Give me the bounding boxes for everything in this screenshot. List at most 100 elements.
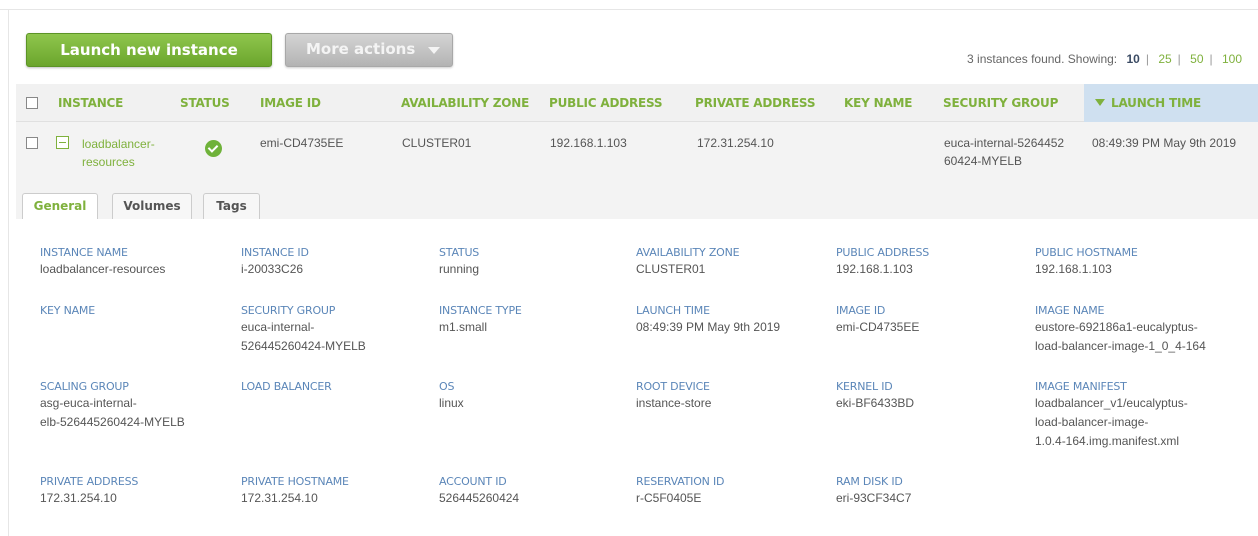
detail-scaling-group: SCALING GROUP asg-euca-internal- elb-526… <box>40 380 230 432</box>
value: running <box>439 262 480 276</box>
value: linux <box>439 396 464 410</box>
detail-image-id: IMAGE ID emi-CD4735EE <box>836 304 1026 337</box>
value: i-20033C26 <box>241 262 304 276</box>
label: IMAGE NAME <box>1035 304 1105 317</box>
detail-private-address: PRIVATE ADDRESS 172.31.254.10 <box>40 475 230 508</box>
tab-general[interactable]: General <box>22 193 98 220</box>
more-actions-button[interactable]: More actions <box>285 33 453 67</box>
detail-load-balancer: LOAD BALANCER <box>241 380 431 394</box>
detail-os: OS linux <box>439 380 629 413</box>
label: PRIVATE HOSTNAME <box>241 475 349 488</box>
label: ACCOUNT ID <box>439 475 507 488</box>
label: ROOT DEVICE <box>636 380 710 393</box>
collapse-icon[interactable] <box>56 136 69 149</box>
detail-account-id: ACCOUNT ID 526445260424 <box>439 475 629 508</box>
value: euca-internal- 526445260424-MYELB <box>241 320 366 353</box>
col-image-id[interactable]: IMAGE ID <box>260 96 321 110</box>
detail-public-address: PUBLIC ADDRESS 192.168.1.103 <box>836 246 1026 279</box>
page-size-100[interactable]: 100 <box>1216 52 1248 66</box>
caret-down-icon <box>428 47 440 54</box>
detail-image-manifest: IMAGE MANIFEST loadbalancer_v1/eucalyptu… <box>1035 380 1250 451</box>
value: instance-store <box>636 396 712 410</box>
left-divider <box>8 10 9 536</box>
label: OS <box>439 380 455 393</box>
label: LAUNCH TIME <box>636 304 710 317</box>
value: m1.small <box>439 320 488 334</box>
tab-volumes[interactable]: Volumes <box>112 193 192 220</box>
label: IMAGE ID <box>836 304 886 317</box>
label: INSTANCE ID <box>241 246 309 259</box>
label: KEY NAME <box>40 304 95 317</box>
value: CLUSTER01 <box>636 262 706 276</box>
separator: | <box>1209 52 1213 66</box>
detail-reservation-id: RESERVATION ID r-C5F0405E <box>636 475 826 508</box>
col-security-group[interactable]: SECURITY GROUP <box>943 96 1058 110</box>
page-size-25[interactable]: 25 <box>1152 52 1177 66</box>
label: PRIVATE ADDRESS <box>40 475 139 488</box>
detail-root-device: ROOT DEVICE instance-store <box>636 380 826 413</box>
value: 192.168.1.103 <box>836 262 913 276</box>
instance-name-link[interactable]: loadbalancer- resources <box>82 135 155 171</box>
value: eri-93CF34C7 <box>836 491 912 505</box>
label: PUBLIC HOSTNAME <box>1035 246 1138 259</box>
page-size-10[interactable]: 10 <box>1120 52 1145 66</box>
cell-launch-time: 08:49:39 PM May 9th 2019 <box>1092 136 1237 150</box>
value: loadbalancer-resources <box>40 262 166 276</box>
top-divider <box>0 9 1258 10</box>
col-availability-zone[interactable]: AVAILABILITY ZONE <box>401 96 529 110</box>
label: RESERVATION ID <box>636 475 725 488</box>
value: asg-euca-internal- elb-526445260424-MYEL… <box>40 396 185 429</box>
pagination: 3 instances found. Showing: 10 | 25 | 50 | … <box>967 52 1248 66</box>
label: SCALING GROUP <box>40 380 129 393</box>
cell-public-address: 192.168.1.103 <box>550 136 627 150</box>
col-public-address[interactable]: PUBLIC ADDRESS <box>549 96 663 110</box>
label: KERNEL ID <box>836 380 893 393</box>
cell-security-group: euca-internal-5264452 60424-MYELB <box>944 136 1065 168</box>
col-private-address[interactable]: PRIVATE ADDRESS <box>695 96 815 110</box>
value: loadbalancer_v1/eucalyptus- load-balance… <box>1035 396 1188 448</box>
label: PUBLIC ADDRESS <box>836 246 930 259</box>
toolbar: Launch new instance More actions 3 insta… <box>26 33 1248 69</box>
launch-new-instance-button[interactable]: Launch new instance <box>26 33 272 67</box>
detail-image-name: IMAGE NAME eustore-692186a1-eucalyptus- … <box>1035 304 1250 356</box>
cell-image-id: emi-CD4735EE <box>260 136 344 150</box>
label: SECURITY GROUP <box>241 304 336 317</box>
col-launch-time-label: LAUNCH TIME <box>1111 96 1201 110</box>
col-key-name[interactable]: KEY NAME <box>844 96 912 110</box>
detail-instance-name: INSTANCE NAME loadbalancer-resources <box>40 246 230 279</box>
value: 526445260424 <box>439 491 520 505</box>
detail-public-hostname: PUBLIC HOSTNAME 192.168.1.103 <box>1035 246 1250 279</box>
detail-ram-disk-id: RAM DISK ID eri-93CF34C7 <box>836 475 1026 508</box>
select-all-checkbox[interactable] <box>26 97 38 109</box>
detail-instance-id: INSTANCE ID i-20033C26 <box>241 246 431 279</box>
label: INSTANCE TYPE <box>439 304 522 317</box>
label: AVAILABILITY ZONE <box>636 246 740 259</box>
instances-found-text: 3 instances found. Showing: <box>967 52 1118 66</box>
detail-instance-type: INSTANCE TYPE m1.small <box>439 304 629 337</box>
row-checkbox[interactable] <box>26 137 38 149</box>
cell-availability-zone: CLUSTER01 <box>402 136 472 150</box>
value: emi-CD4735EE <box>836 320 920 334</box>
detail-kernel-id: KERNEL ID eki-BF6433BD <box>836 380 1026 413</box>
instance-details-panel: INSTANCE NAME loadbalancer-resources INS… <box>16 219 1258 519</box>
tab-tags[interactable]: Tags <box>203 193 260 220</box>
page-size-50[interactable]: 50 <box>1184 52 1209 66</box>
detail-key-name: KEY NAME <box>40 304 230 318</box>
detail-launch-time: LAUNCH TIME 08:49:39 PM May 9th 2019 <box>636 304 826 337</box>
detail-security-group: SECURITY GROUP euca-internal- 5264452604… <box>241 304 431 356</box>
col-launch-time: LAUNCH TIME <box>1095 96 1201 110</box>
sort-desc-icon <box>1095 99 1105 106</box>
col-status[interactable]: STATUS <box>180 96 230 110</box>
detail-availability-zone: AVAILABILITY ZONE CLUSTER01 <box>636 246 826 279</box>
col-launch-time-sorted[interactable]: LAUNCH TIME <box>1084 84 1258 122</box>
value: eustore-692186a1-eucalyptus- load-balanc… <box>1035 320 1206 353</box>
detail-status: STATUS running <box>439 246 629 279</box>
label: RAM DISK ID <box>836 475 903 488</box>
label: LOAD BALANCER <box>241 380 332 393</box>
check-circle-icon <box>205 140 222 157</box>
value: eki-BF6433BD <box>836 396 915 410</box>
separator: | <box>1145 52 1149 66</box>
more-actions-label: More actions <box>306 40 416 58</box>
label: INSTANCE NAME <box>40 246 128 259</box>
col-instance[interactable]: INSTANCE <box>58 96 123 110</box>
